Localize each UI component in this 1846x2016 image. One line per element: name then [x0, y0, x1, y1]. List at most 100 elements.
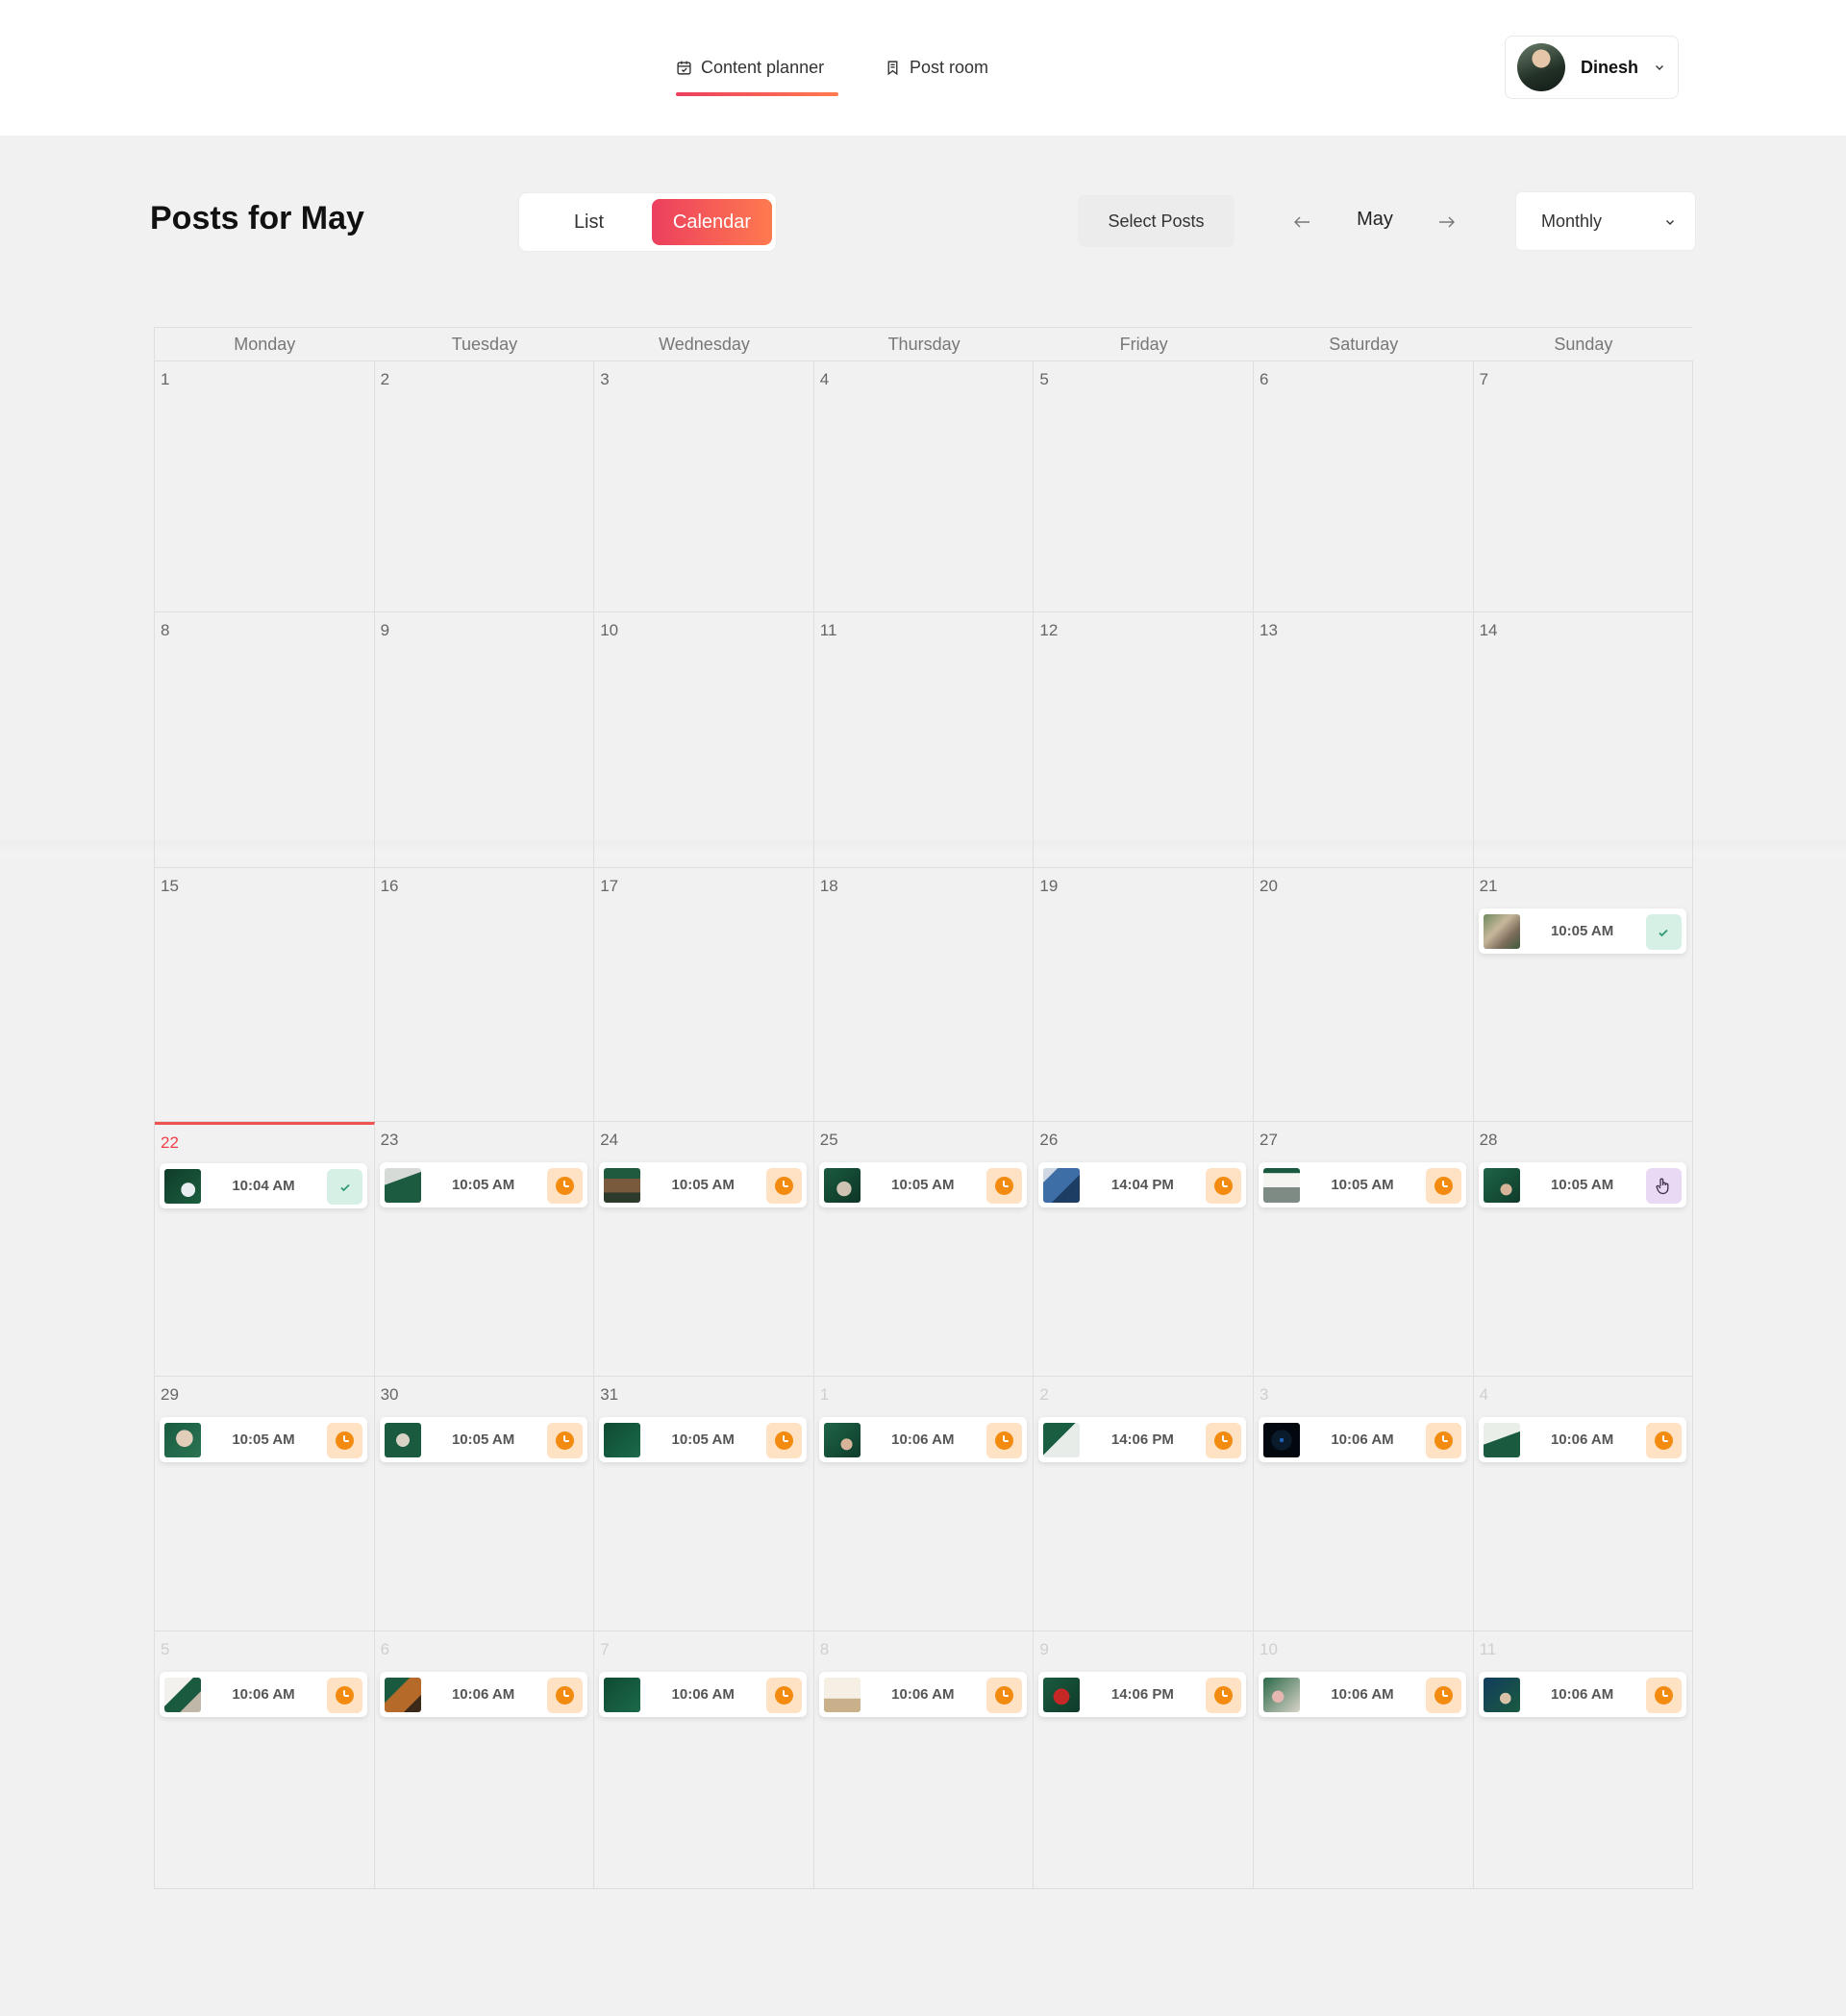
- calendar-day-cell[interactable]: 4: [813, 361, 1035, 612]
- scheduled-post-card[interactable]: 10:06 AM: [1259, 1417, 1466, 1462]
- scheduled-post-card[interactable]: 14:06 PM: [1038, 1417, 1247, 1462]
- calendar-day-cell[interactable]: 9 14:06 PM: [1034, 1631, 1254, 1889]
- calendar-day-cell[interactable]: 21 10:05 AM: [1473, 868, 1694, 1122]
- scheduled-post-card[interactable]: 14:04 PM: [1038, 1162, 1247, 1207]
- calendar-day-cell[interactable]: 12: [1034, 612, 1254, 868]
- calendar-day-cell[interactable]: 3 10:06 AM: [1254, 1377, 1474, 1631]
- calendar-day-cell[interactable]: 26 14:04 PM: [1034, 1122, 1254, 1377]
- day-number: 8: [819, 1640, 830, 1658]
- scheduled-post-card[interactable]: 10:06 AM: [379, 1672, 587, 1717]
- calendar-day-cell[interactable]: 2 14:06 PM: [1034, 1377, 1254, 1631]
- published-status-badge: [327, 1169, 362, 1205]
- calendar-day-cell[interactable]: 23 10:05 AM: [374, 1122, 595, 1377]
- calendar-day-cell[interactable]: 24 10:05 AM: [594, 1122, 814, 1377]
- scheduled-post-card[interactable]: 10:06 AM: [599, 1672, 808, 1717]
- calendar-day-cell[interactable]: 8: [155, 612, 375, 868]
- scheduled-post-card[interactable]: 10:06 AM: [818, 1672, 1027, 1717]
- scheduled-post-card[interactable]: 10:06 AM: [818, 1417, 1027, 1462]
- calendar-view-button[interactable]: Calendar: [652, 199, 772, 245]
- scheduled-post-card[interactable]: 10:06 AM: [1259, 1672, 1466, 1717]
- scheduled-post-card[interactable]: 10:06 AM: [1478, 1672, 1686, 1717]
- clock-icon: [555, 1431, 574, 1450]
- page-title: Posts for May: [150, 200, 364, 236]
- calendar-day-cell[interactable]: 16: [374, 868, 595, 1122]
- scheduled-post-card[interactable]: 10:05 AM: [379, 1162, 587, 1207]
- scheduled-post-card[interactable]: 14:06 PM: [1038, 1672, 1247, 1717]
- calendar-day-cell[interactable]: 19: [1034, 868, 1254, 1122]
- calendar-day-cell[interactable]: 6: [1254, 361, 1474, 612]
- calendar-check-icon: [677, 61, 691, 75]
- scheduled-post-card[interactable]: 10:05 AM: [599, 1162, 808, 1207]
- calendar-day-cell[interactable]: 28 10:05 AM: [1473, 1122, 1694, 1377]
- list-view-button[interactable]: List: [529, 199, 649, 245]
- calendar-day-cell[interactable]: 6 10:06 AM: [374, 1631, 595, 1889]
- post-thumbnail: [1043, 1678, 1081, 1712]
- calendar-day-cell[interactable]: 1 10:06 AM: [813, 1377, 1035, 1631]
- calendar-day-cell[interactable]: 11: [813, 612, 1035, 868]
- calendar-day-cell[interactable]: 22 10:04 AM: [155, 1122, 375, 1377]
- day-number: 28: [1479, 1131, 1498, 1149]
- calendar-day-cell[interactable]: 3: [594, 361, 814, 612]
- calendar-day-cell[interactable]: 17: [594, 868, 814, 1122]
- scheduled-post-card[interactable]: 10:06 AM: [160, 1672, 367, 1717]
- post-time: 10:04 AM: [232, 1178, 295, 1194]
- scheduled-post-card[interactable]: 10:05 AM: [160, 1417, 367, 1462]
- scheduled-post-card[interactable]: 10:05 AM: [1259, 1162, 1466, 1207]
- post-time: 10:05 AM: [232, 1431, 295, 1448]
- calendar-day-cell[interactable]: 29 10:05 AM: [155, 1377, 375, 1631]
- calendar-day-cell[interactable]: 25 10:05 AM: [813, 1122, 1035, 1377]
- calendar-day-cell[interactable]: 15: [155, 868, 375, 1122]
- clock-icon: [994, 1177, 1013, 1195]
- day-number: 17: [600, 877, 619, 895]
- select-posts-button[interactable]: Select Posts: [1078, 195, 1235, 247]
- weekday-label: Tuesday: [451, 334, 518, 354]
- calendar-day-cell[interactable]: 7 10:06 AM: [594, 1631, 814, 1889]
- calendar-day-cell[interactable]: 11 10:06 AM: [1473, 1631, 1694, 1889]
- previous-month-button[interactable]: [1288, 209, 1315, 236]
- calendar-day-cell[interactable]: 1: [155, 361, 375, 612]
- calendar-day-cell[interactable]: 10: [594, 612, 814, 868]
- calendar-day-cell[interactable]: 18: [813, 868, 1035, 1122]
- post-time: 10:06 AM: [891, 1431, 955, 1448]
- calendar-day-cell[interactable]: 5 10:06 AM: [155, 1631, 375, 1889]
- scheduled-post-card[interactable]: 10:06 AM: [1478, 1417, 1686, 1462]
- calendar-day-cell[interactable]: 30 10:05 AM: [374, 1377, 595, 1631]
- calendar-day-cell[interactable]: 2: [374, 361, 595, 612]
- scheduled-post-card[interactable]: 10:05 AM: [1478, 1162, 1686, 1207]
- post-thumbnail: [604, 1423, 641, 1457]
- calendar-day-cell[interactable]: 14: [1473, 612, 1694, 868]
- day-number: 11: [819, 621, 837, 639]
- nav-content-planner[interactable]: Content planner: [676, 54, 824, 81]
- scheduled-post-card[interactable]: 10:05 AM: [1478, 908, 1686, 954]
- scheduled-post-card[interactable]: 10:05 AM: [599, 1417, 808, 1462]
- clock-icon: [1434, 1177, 1453, 1195]
- post-thumbnail: [1043, 1423, 1081, 1457]
- user-menu-button[interactable]: Dinesh: [1505, 36, 1679, 99]
- post-thumbnail: [164, 1423, 201, 1457]
- clock-icon: [1214, 1177, 1234, 1195]
- scheduled-status-badge: [546, 1678, 583, 1713]
- clock-icon: [1214, 1431, 1234, 1450]
- post-thumbnail: [164, 1169, 201, 1204]
- calendar-day-cell[interactable]: 7: [1473, 361, 1694, 612]
- calendar-day-cell[interactable]: 20: [1254, 868, 1474, 1122]
- day-number: 2: [1039, 1385, 1049, 1404]
- calendar-day-cell[interactable]: 27 10:05 AM: [1254, 1122, 1474, 1377]
- calendar-day-cell[interactable]: 5: [1034, 361, 1254, 612]
- scheduled-status-badge: [1645, 1423, 1682, 1458]
- calendar-day-cell[interactable]: 9: [374, 612, 595, 868]
- period-select[interactable]: Monthly: [1515, 191, 1696, 251]
- scheduled-post-card[interactable]: 10:04 AM: [160, 1163, 367, 1208]
- calendar-day-cell[interactable]: 13: [1254, 612, 1474, 868]
- scheduled-post-card[interactable]: 10:05 AM: [818, 1162, 1027, 1207]
- day-number: 16: [380, 877, 399, 895]
- nav-post-room[interactable]: Post room: [885, 54, 988, 81]
- top-bar: Content planner Post room Dinesh: [0, 0, 1846, 136]
- calendar-day-cell[interactable]: 4 10:06 AM: [1473, 1377, 1694, 1631]
- clock-icon: [1434, 1686, 1453, 1705]
- calendar-day-cell[interactable]: 10 10:06 AM: [1254, 1631, 1474, 1889]
- calendar-day-cell[interactable]: 31 10:05 AM: [594, 1377, 814, 1631]
- next-month-button[interactable]: [1434, 209, 1460, 236]
- scheduled-post-card[interactable]: 10:05 AM: [379, 1417, 587, 1462]
- calendar-day-cell[interactable]: 8 10:06 AM: [813, 1631, 1035, 1889]
